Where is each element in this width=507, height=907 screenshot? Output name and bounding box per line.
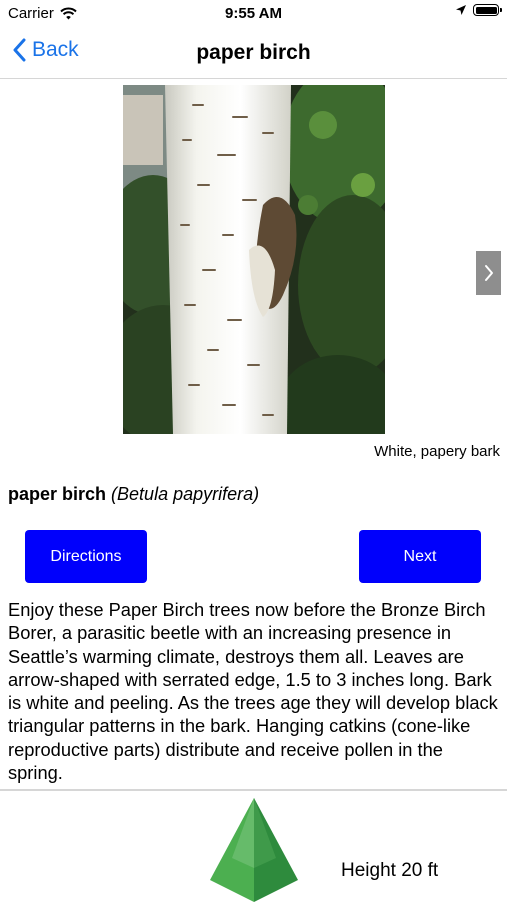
common-name: paper birch (8, 484, 107, 504)
page-title: paper birch (196, 41, 311, 64)
navigation-bar: Back paper birch (0, 28, 507, 79)
status-time: 9:55 AM (225, 5, 282, 22)
tree-icon (210, 798, 298, 907)
photo-caption: White, papery bark (374, 443, 500, 460)
directions-button[interactable]: Directions (25, 530, 147, 583)
height-label: Height 20 ft (341, 860, 439, 881)
status-bar: Carrier 9:55 AM (0, 0, 507, 28)
next-photo-button[interactable] (476, 251, 501, 295)
location-arrow-icon (455, 4, 467, 16)
tree-name: paper birch (Betula papyrifera) (8, 484, 259, 505)
latin-name: (Betula papyrifera) (111, 484, 260, 504)
next-button[interactable]: Next (359, 530, 481, 583)
tree-description: Enjoy these Paper Birch trees now before… (8, 599, 498, 784)
status-right (455, 4, 502, 16)
divider (0, 789, 507, 791)
battery-icon (473, 4, 502, 16)
tree-photo[interactable] (123, 85, 385, 434)
chevron-right-icon (484, 264, 494, 282)
